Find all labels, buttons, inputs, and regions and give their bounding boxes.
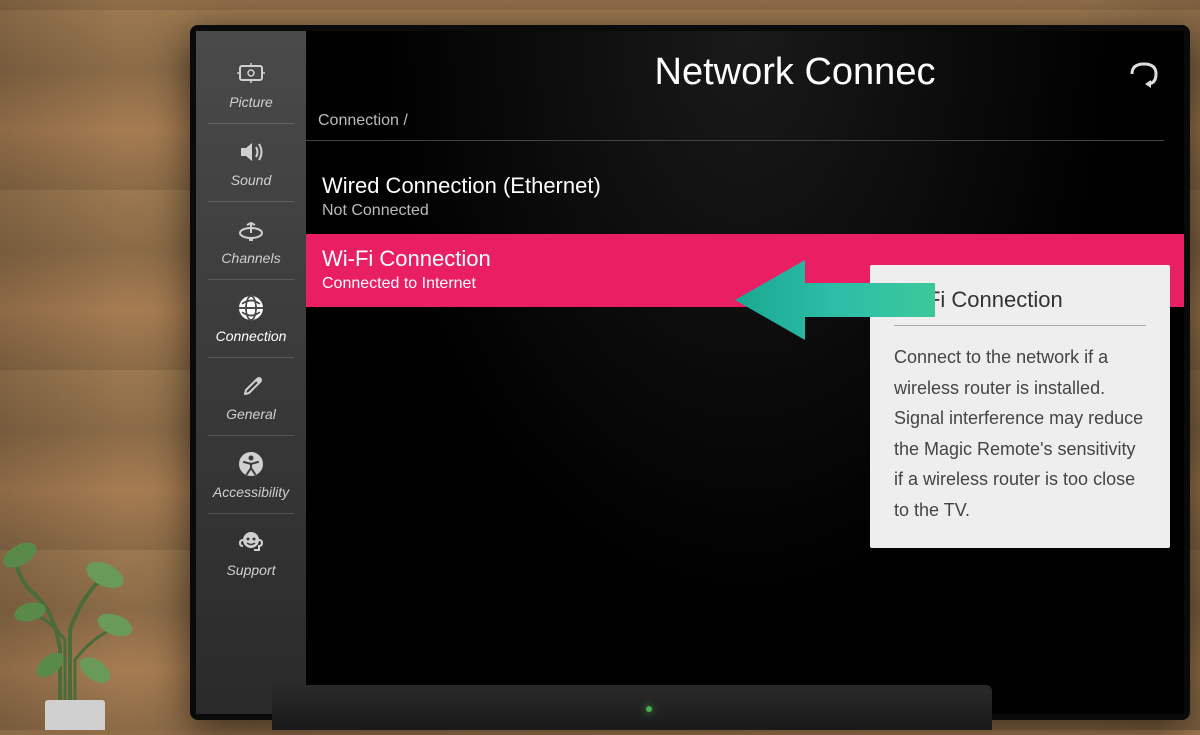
annotation-arrow-icon: [730, 255, 940, 345]
sidebar-item-channels[interactable]: Channels: [196, 202, 306, 280]
tv-screen: Picture Sound Channels Connection: [190, 25, 1190, 720]
connection-icon: [235, 292, 267, 324]
sidebar-label: Accessibility: [213, 484, 289, 500]
plant-decoration: [0, 470, 180, 730]
breadcrumb: Connection /: [306, 94, 1164, 141]
soundbar-led-icon: [646, 706, 652, 712]
general-icon: [235, 370, 267, 402]
sound-icon: [235, 136, 267, 168]
sidebar-label: Support: [226, 562, 275, 578]
sidebar-label: Channels: [221, 250, 280, 266]
picture-icon: [235, 58, 267, 90]
support-icon: [235, 526, 267, 558]
tooltip-text: Connect to the network if a wireless rou…: [894, 342, 1146, 526]
sidebar-label: Sound: [231, 172, 271, 188]
channels-icon: [235, 214, 267, 246]
soundbar: [272, 685, 992, 730]
sidebar-item-picture[interactable]: Picture: [196, 46, 306, 124]
page-title: Network Connec: [306, 51, 1184, 94]
sidebar-label: Connection: [216, 328, 287, 344]
sidebar-label: Picture: [229, 94, 273, 110]
sidebar-item-support[interactable]: Support: [196, 514, 306, 592]
settings-item-wired[interactable]: Wired Connection (Ethernet) Not Connecte…: [306, 161, 1184, 234]
sidebar-item-general[interactable]: General: [196, 358, 306, 436]
settings-sidebar: Picture Sound Channels Connection: [196, 31, 306, 714]
settings-item-title: Wired Connection (Ethernet): [322, 173, 1168, 199]
sidebar-item-connection[interactable]: Connection: [196, 280, 306, 358]
settings-item-status: Not Connected: [322, 202, 1168, 220]
accessibility-icon: [235, 448, 267, 480]
sidebar-item-accessibility[interactable]: Accessibility: [196, 436, 306, 514]
sidebar-label: General: [226, 406, 276, 422]
sidebar-item-sound[interactable]: Sound: [196, 124, 306, 202]
